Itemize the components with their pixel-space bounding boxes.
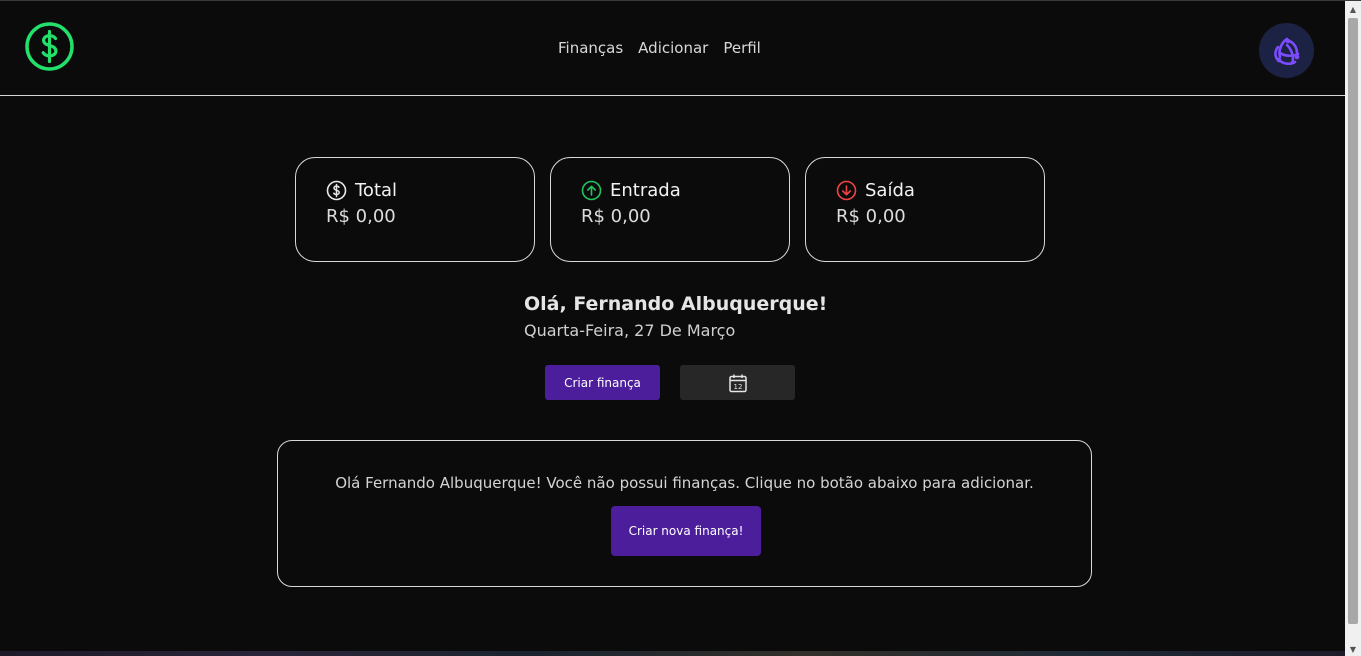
nav-item-perfil[interactable]: Perfil [723, 39, 761, 57]
top-navbar: Finanças Adicionar Perfil [0, 1, 1345, 96]
scroll-thumb[interactable] [1348, 18, 1358, 624]
card-title: Entrada [610, 180, 681, 201]
card-value: R$ 0,00 [836, 206, 906, 227]
nav-item-adicionar[interactable]: Adicionar [638, 39, 708, 57]
redux-logo-icon [1273, 37, 1299, 65]
card-title: Saída [865, 180, 915, 201]
card-title: Total [355, 180, 398, 201]
calendar-button[interactable]: 12 [680, 365, 795, 400]
create-finance-button[interactable]: Criar finança [545, 365, 660, 400]
vertical-scrollbar[interactable]: ▲ ▼ [1345, 1, 1361, 656]
card-saida: Saída R$ 0,00 [805, 157, 1045, 262]
empty-state-message: Olá Fernando Albuquerque! Você não possu… [335, 474, 1034, 492]
card-entrada: Entrada R$ 0,00 [550, 157, 790, 262]
dollar-circle-icon [326, 180, 347, 201]
user-avatar[interactable] [1259, 23, 1314, 78]
arrow-up-circle-icon [581, 180, 602, 201]
main-nav: Finanças Adicionar Perfil [558, 39, 761, 57]
greeting-date: Quarta-Feira, 27 De Março [524, 321, 736, 340]
card-total: Total R$ 0,00 [295, 157, 535, 262]
card-value: R$ 0,00 [581, 206, 651, 227]
dollar-logo-icon[interactable] [24, 21, 75, 72]
app-page: Finanças Adicionar Perfil Total R$ 0,00 … [0, 0, 1361, 656]
greeting: Olá, Fernando Albuquerque! Quarta-Feira,… [524, 293, 827, 340]
scroll-down-icon[interactable]: ▼ [1345, 641, 1361, 656]
nav-item-financas[interactable]: Finanças [558, 39, 623, 57]
scroll-up-icon[interactable]: ▲ [1345, 1, 1361, 17]
summary-cards: Total R$ 0,00 Entrada R$ 0,00 Saída R$ 0… [295, 157, 1045, 262]
background-strip [0, 651, 1345, 656]
card-value: R$ 0,00 [326, 206, 396, 227]
arrow-down-circle-icon [836, 180, 857, 201]
create-new-finance-button[interactable]: Criar nova finança! [611, 506, 761, 556]
calendar-icon: 12 [728, 374, 747, 392]
calendar-day: 12 [733, 383, 742, 391]
empty-state-panel: Olá Fernando Albuquerque! Você não possu… [277, 440, 1092, 587]
greeting-title: Olá, Fernando Albuquerque! [524, 293, 828, 315]
